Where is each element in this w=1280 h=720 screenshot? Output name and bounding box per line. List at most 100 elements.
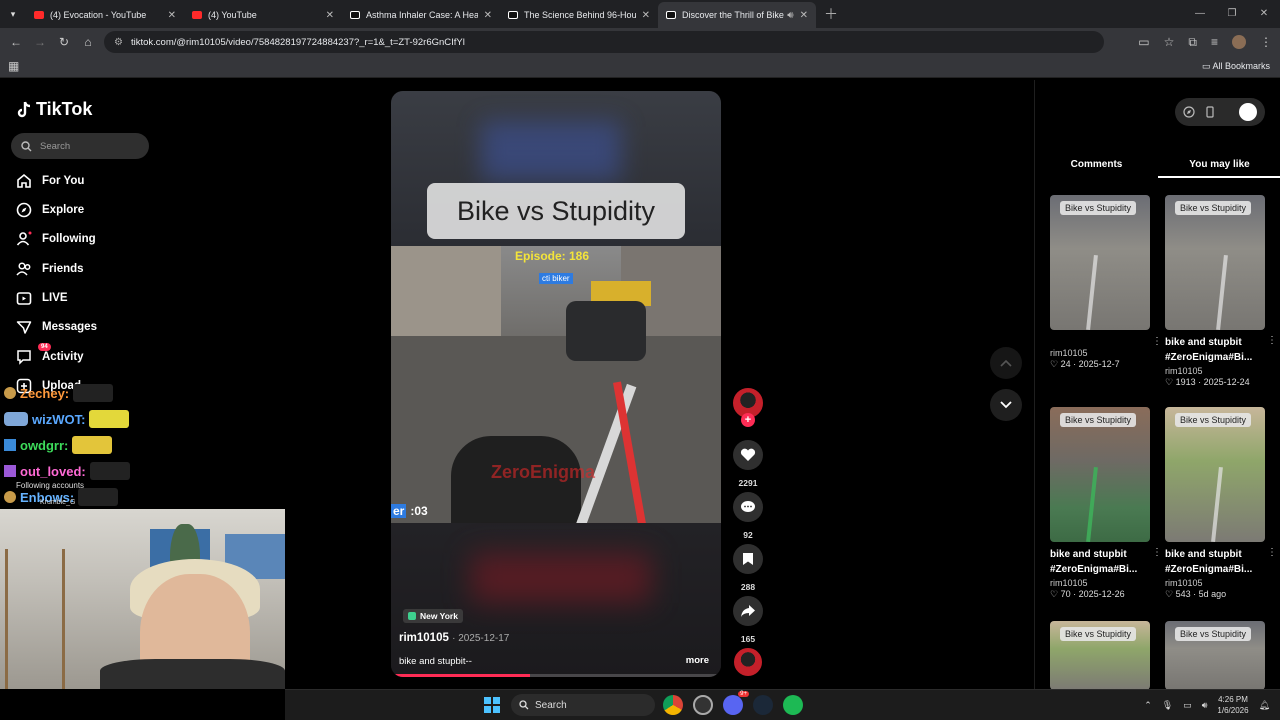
spotify-icon[interactable] <box>783 695 803 715</box>
timer-prefix: er <box>391 504 407 518</box>
restore-icon[interactable]: ❐ <box>1216 0 1248 28</box>
close-tab-icon[interactable]: ✕ <box>168 10 176 21</box>
nav-friends[interactable]: Friends <box>16 261 84 277</box>
forward-arrow-icon[interactable]: → <box>28 35 52 49</box>
previous-video-button[interactable] <box>990 347 1022 379</box>
share-button[interactable]: 165 <box>731 596 765 644</box>
all-bookmarks-label: All Bookmarks <box>1212 61 1270 71</box>
video-thumbnail[interactable]: Bike vs Stupidity <box>1165 407 1265 542</box>
video-thumbnail[interactable]: Bike vs Stupidity <box>1165 621 1265 690</box>
browser-tab-active[interactable]: Discover the Thrill of Bike A 🔊︎ ✕ <box>658 2 816 28</box>
microphone-icon[interactable]: 🎙︎ <box>1162 700 1173 711</box>
search-input[interactable]: Search <box>11 133 149 159</box>
home-icon[interactable]: ⌂ <box>76 35 100 49</box>
taskbar-search[interactable]: Search <box>511 694 655 716</box>
nav-activity[interactable]: 94 Activity <box>16 343 84 365</box>
video-thumbnail[interactable]: Bike vs Stupidity <box>1050 407 1150 542</box>
new-tab-button[interactable]: ＋ <box>824 4 838 24</box>
apps-grid-icon[interactable]: ▦ <box>8 59 19 73</box>
profile-avatar[interactable] <box>1232 35 1246 49</box>
menu-dots-icon[interactable]: ⋮ <box>1260 35 1272 49</box>
video-card-info[interactable]: ⋮ bike and stupbit #ZeroEnigma#Bi... rim… <box>1050 547 1162 600</box>
bookmark-star-icon[interactable]: ☆ <box>1164 35 1175 49</box>
browser-tab[interactable]: The Science Behind 96-Hour De ✕ <box>500 2 658 28</box>
bookmarks-bar: ▦ ▭ All Bookmarks <box>0 56 1280 78</box>
nav-for-you[interactable]: For You <box>16 173 84 189</box>
discord-icon[interactable]: 9+ <box>723 691 749 715</box>
nav-following[interactable]: Following <box>16 231 96 247</box>
notifications-icon[interactable]: 🔔︎ <box>1259 700 1270 711</box>
video-card-info[interactable]: ⋮ rim10105 ♡ 24 · 2025-12-7 <box>1050 336 1162 370</box>
tiktok-logo[interactable]: TikTok <box>16 99 92 120</box>
minimize-icon[interactable]: — <box>1184 0 1216 28</box>
more-options-icon[interactable]: ⋮ <box>1267 335 1277 346</box>
video-player[interactable]: Bike vs Stupidity Episode: 186 cti biker… <box>391 91 721 677</box>
tab-search-icon[interactable]: ▾ <box>0 0 26 28</box>
back-arrow-icon[interactable]: ← <box>4 35 28 49</box>
thumb-label: Bike vs Stupidity <box>1060 413 1137 427</box>
compass-icon[interactable] <box>1183 106 1195 118</box>
like-button[interactable]: 2291 <box>731 440 765 488</box>
youtube-favicon-icon <box>34 11 44 19</box>
video-author[interactable]: rim10105 · 2025-12-17 <box>399 632 509 644</box>
close-window-icon[interactable]: ✕ <box>1248 0 1280 28</box>
author-avatar-button[interactable]: + <box>731 388 765 427</box>
follow-plus-icon[interactable]: + <box>741 413 755 427</box>
browser-tab[interactable]: Asthma Inhaler Case: A Heartw ✕ <box>342 2 500 28</box>
obs-icon[interactable] <box>693 695 713 715</box>
close-tab-icon[interactable]: ✕ <box>326 10 334 21</box>
next-video-button[interactable] <box>990 389 1022 421</box>
reload-icon[interactable]: ↻ <box>52 35 76 49</box>
windows-start-icon[interactable] <box>484 697 500 713</box>
site-info-icon[interactable]: ⚙ <box>114 37 123 48</box>
volume-icon[interactable]: 🔊︎ <box>1202 700 1208 711</box>
media-controls-icon[interactable]: ≡ <box>1211 35 1218 49</box>
location-tag[interactable]: New York <box>403 609 463 623</box>
more-options-icon[interactable]: ⋮ <box>1267 547 1277 558</box>
browser-tab[interactable]: (4) Evocation - YouTube ✕ <box>26 2 184 28</box>
nav-explore[interactable]: Explore <box>16 202 84 218</box>
more-options-icon[interactable]: ⋮ <box>1152 547 1162 558</box>
speaker-icon[interactable]: 🔊︎ <box>787 10 793 21</box>
video-progress-bar[interactable] <box>391 674 721 677</box>
close-tab-icon[interactable]: ✕ <box>484 10 492 21</box>
browser-tab[interactable]: (4) YouTube ✕ <box>184 2 342 28</box>
video-thumbnail[interactable]: Bike vs Stupidity <box>1165 195 1265 330</box>
tray-chevron-icon[interactable]: ⌃ <box>1144 700 1152 711</box>
bookmark-icon <box>733 544 763 574</box>
nav-live[interactable]: LIVE <box>16 290 68 306</box>
extensions-icon[interactable]: ⧉ <box>1188 35 1197 50</box>
share-count: 165 <box>740 634 756 644</box>
steam-icon[interactable] <box>753 695 773 715</box>
video-thumbnail[interactable]: Bike vs Stupidity <box>1050 195 1150 330</box>
cast-icon[interactable]: ▭ <box>1138 35 1149 49</box>
network-icon[interactable]: ▭ <box>1183 700 1192 711</box>
close-tab-icon[interactable]: ✕ <box>642 10 650 21</box>
address-bar[interactable]: ⚙ tiktok.com/@rim10105/video/75848281977… <box>104 31 1104 53</box>
card-title: bike and stupbit #ZeroEnigma#Bi... <box>1165 337 1253 363</box>
comment-button[interactable]: 92 <box>731 492 765 540</box>
save-button[interactable]: 288 <box>731 544 765 592</box>
device-icon[interactable] <box>1205 106 1215 118</box>
more-button[interactable]: more <box>686 655 709 666</box>
close-tab-icon[interactable]: ✕ <box>800 10 808 21</box>
video-card-info[interactable]: ⋮ bike and stupbit #ZeroEnigma#Bi... rim… <box>1165 547 1277 600</box>
more-options-icon[interactable]: ⋮ <box>1152 336 1162 347</box>
nav-messages[interactable]: Messages <box>16 319 97 335</box>
video-actions: + 2291 92 288 165 <box>731 388 765 688</box>
nav-label: Explore <box>42 204 85 216</box>
video-thumbnail[interactable]: Bike vs Stupidity <box>1050 621 1150 690</box>
card-likes: 24 <box>1060 359 1071 369</box>
taskbar-clock[interactable]: 4:26 PM 1/6/2026 <box>1217 694 1248 716</box>
tab-you-may-like[interactable]: You may like <box>1158 152 1280 178</box>
chrome-icon[interactable] <box>663 695 683 715</box>
toggle-switch[interactable] <box>1239 103 1257 121</box>
video-card-info[interactable]: ⋮ bike and stupbit #ZeroEnigma#Bi... rim… <box>1165 335 1277 388</box>
streamer-webcam <box>0 509 285 689</box>
tiktok-favicon-icon <box>350 11 360 19</box>
tab-comments[interactable]: Comments <box>1035 152 1158 178</box>
all-bookmarks-button[interactable]: ▭ All Bookmarks <box>1202 61 1270 72</box>
chevron-down-icon <box>1000 401 1012 409</box>
sound-avatar-button[interactable] <box>731 648 765 676</box>
video-scene: Episode: 186 cti biker ZeroEnigma er:03 <box>391 246 721 523</box>
